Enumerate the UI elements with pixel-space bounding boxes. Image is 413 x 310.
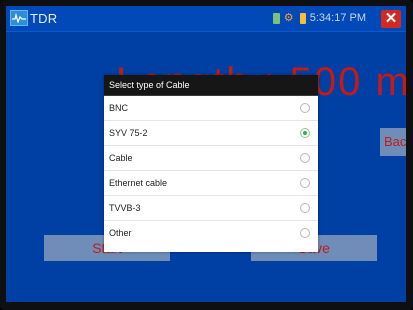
cable-option-label: SYV 75-2 bbox=[109, 128, 148, 138]
cable-option-label: TVVB-3 bbox=[109, 203, 141, 213]
status-icons: ⚙ 5:34:17 PM bbox=[272, 12, 366, 25]
radio-unselected-icon[interactable] bbox=[300, 203, 310, 213]
cable-option[interactable]: Cable bbox=[104, 146, 318, 171]
cable-option[interactable]: TVVB-3 bbox=[104, 196, 318, 221]
back-button[interactable]: Back bbox=[380, 128, 406, 156]
tdr-waveform-icon bbox=[10, 10, 28, 26]
cable-option[interactable]: BNC bbox=[104, 96, 318, 121]
status-bar: TDR ⚙ 5:34:17 PM ✕ bbox=[6, 6, 406, 32]
cable-option-label: Other bbox=[109, 228, 132, 238]
cable-option[interactable]: Other bbox=[104, 221, 318, 246]
phone-icon bbox=[272, 13, 280, 24]
radio-unselected-icon[interactable] bbox=[300, 103, 310, 113]
cable-option-label: Ethernet cable bbox=[109, 178, 168, 188]
radio-unselected-icon[interactable] bbox=[300, 178, 310, 188]
battery-icon bbox=[299, 13, 306, 24]
cable-option[interactable]: Ethernet cable bbox=[104, 171, 318, 196]
cable-option-label: Cable bbox=[109, 153, 133, 163]
gear-icon: ⚙ bbox=[283, 12, 294, 24]
cable-options-list: BNC SYV 75-2 Cable Ethernet cable TVVB-3 Othe… bbox=[104, 96, 318, 246]
app-title: TDR bbox=[30, 11, 58, 26]
close-button[interactable]: ✕ bbox=[381, 10, 401, 28]
tdr-screen: TDR ⚙ 5:34:17 PM ✕ Length : 500 m Back S… bbox=[6, 6, 406, 302]
clock: 5:34:17 PM bbox=[309, 12, 366, 24]
radio-unselected-icon[interactable] bbox=[300, 228, 310, 238]
radio-selected-icon[interactable] bbox=[300, 128, 310, 138]
cable-option-label: BNC bbox=[109, 103, 129, 113]
cable-type-dialog: Select type of Cable BNC SYV 75-2 Cable Eth… bbox=[104, 75, 318, 252]
device-frame: TDR ⚙ 5:34:17 PM ✕ Length : 500 m Back S… bbox=[0, 0, 413, 310]
dialog-title: Select type of Cable bbox=[104, 75, 318, 96]
radio-unselected-icon[interactable] bbox=[300, 153, 310, 163]
cable-option[interactable]: SYV 75-2 bbox=[104, 121, 318, 146]
